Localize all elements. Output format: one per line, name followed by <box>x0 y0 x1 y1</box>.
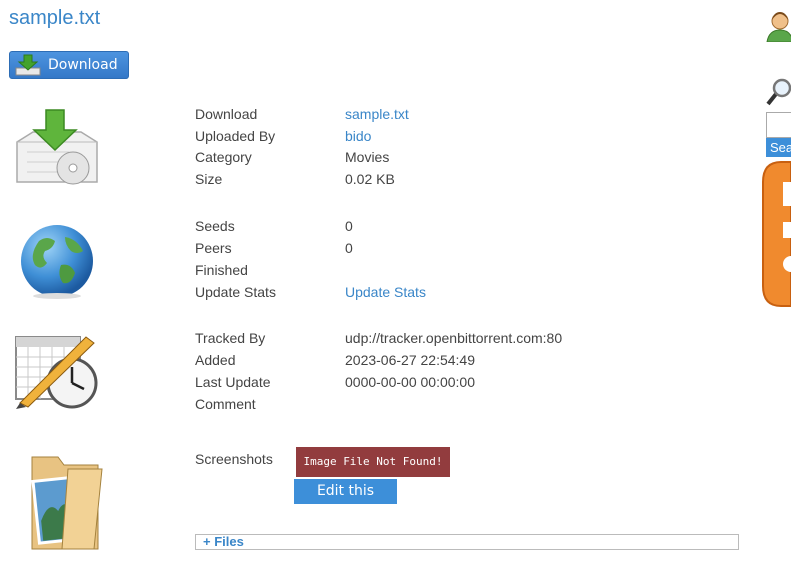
download-link[interactable]: sample.txt <box>345 106 409 122</box>
download-label: Download <box>195 106 258 122</box>
edit-torrent-button[interactable]: Edit this torrent <box>294 479 397 524</box>
screenshot-placeholder: Image File Not Found! <box>296 447 450 477</box>
orange-badge-icon <box>762 161 791 307</box>
page-title[interactable]: sample.txt <box>9 7 100 30</box>
calendar-clock-icon <box>15 336 98 409</box>
peers-value: 0 <box>345 240 353 256</box>
update-stats-label: Update Stats <box>195 284 276 300</box>
download-button[interactable]: Download <box>9 51 129 79</box>
tracked-by-label: Tracked By <box>195 330 266 346</box>
magnifier-icon <box>766 78 791 106</box>
tracker-value: udp://tracker.openbittorrent.com:80 <box>345 330 563 346</box>
size-value: 0.02 KB <box>345 171 395 187</box>
uploader-link[interactable]: bido <box>345 128 371 144</box>
uploaded-by-label: Uploaded By <box>195 128 276 144</box>
seeds-value: 0 <box>345 218 353 234</box>
user-icon[interactable] <box>766 10 791 42</box>
download-box-icon <box>16 109 98 185</box>
download-arrow-icon <box>15 54 41 76</box>
added-value: 2023-06-27 22:54:49 <box>345 352 475 368</box>
category-label: Category <box>195 149 252 165</box>
files-toggle-bar[interactable]: + Files <box>195 534 739 550</box>
added-label: Added <box>195 352 236 368</box>
category-value: Movies <box>345 149 390 165</box>
picture-folder-icon <box>31 456 103 550</box>
last-update-value: 0000-00-00 00:00:00 <box>345 374 475 390</box>
last-update-label: Last Update <box>195 374 271 390</box>
update-stats-link[interactable]: Update Stats <box>345 284 426 300</box>
sidebar-search-button[interactable]: Sea <box>766 138 791 157</box>
globe-icon <box>21 225 93 299</box>
comment-label: Comment <box>195 396 256 412</box>
seeds-label: Seeds <box>195 218 235 234</box>
sidebar-search-input[interactable] <box>766 112 791 138</box>
files-toggle-label[interactable]: + Files <box>203 535 244 549</box>
size-label: Size <box>195 171 223 187</box>
peers-label: Peers <box>195 240 232 256</box>
download-button-label: Download <box>48 57 118 73</box>
screenshots-label: Screenshots <box>195 451 273 467</box>
finished-label: Finished <box>195 262 248 278</box>
